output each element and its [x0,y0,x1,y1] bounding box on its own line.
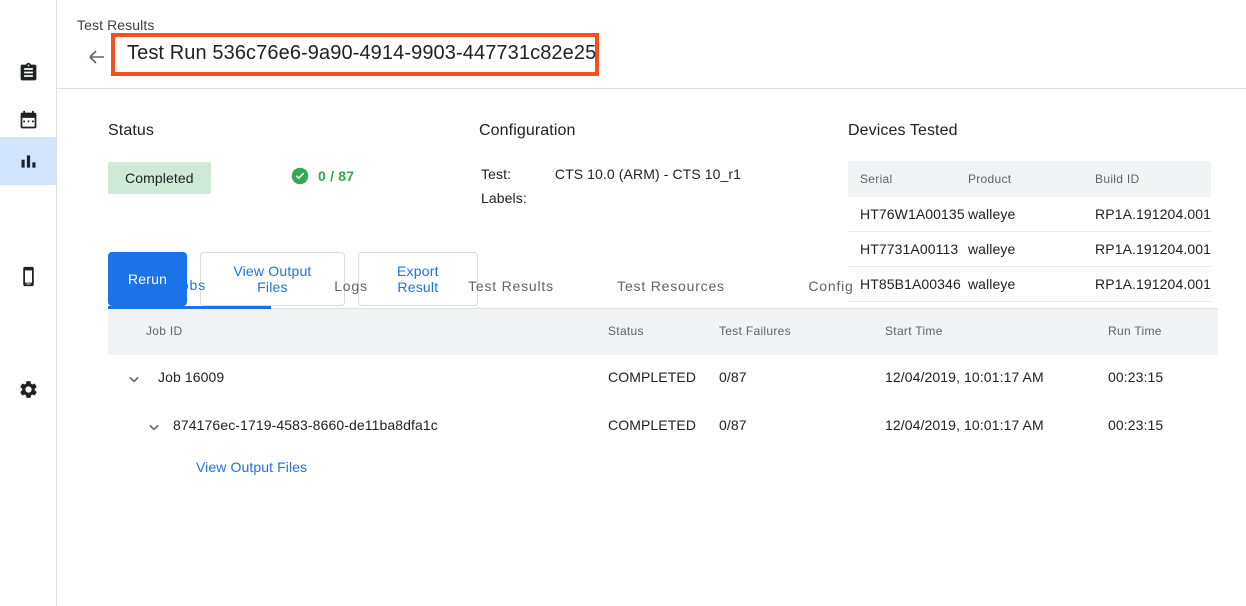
tab-config[interactable]: Config [751,263,911,309]
sidebar [0,0,57,606]
main-content: Test Results Test Run 536c76e6-9a90-4914… [57,0,1246,606]
sidebar-item-devices[interactable] [0,252,56,300]
device-icon [18,266,39,287]
tab-bar: Jobs Logs Test Results Test Resources Co… [108,263,1218,309]
devices-header-row: Serial Product Build ID [848,161,1211,197]
job-status: COMPLETED [608,369,696,385]
job-start-time: 12/04/2019, 10:01:17 AM [885,369,1044,385]
back-button[interactable] [85,45,109,69]
calendar-icon [18,110,39,131]
config-value-test: CTS 10.0 (ARM) - CTS 10_r1 [555,166,741,188]
tab-test-resources[interactable]: Test Resources [591,263,751,309]
jobs-col-status: Status [608,324,644,338]
page-title-highlight: Test Run 536c76e6-9a90-4914-9903-447731c… [111,33,599,76]
device-product: walleye [968,197,1095,232]
attempt-run-time: 00:23:15 [1108,417,1163,433]
jobs-col-test-failures: Test Failures [719,324,791,338]
page-header: Test Results Test Run 536c76e6-9a90-4914… [57,0,1246,89]
device-serial: HT7731A00113 [848,232,968,267]
page-title: Test Run 536c76e6-9a90-4914-9903-447731c… [127,42,583,65]
config-key-labels: Labels: [481,190,553,212]
device-serial: HT76W1A00135 [848,197,968,232]
job-run-time: 00:23:15 [1108,369,1163,385]
job-id: Job 16009 [158,369,224,385]
sidebar-item-test-results[interactable] [0,137,56,185]
devices-heading: Devices Tested [848,122,1218,140]
jobs-header-row: Job ID Status Test Failures Start Time R… [108,309,1218,355]
configuration-heading: Configuration [479,122,849,140]
configuration-panel: Configuration Test: CTS 10.0 (ARM) - CTS… [479,122,849,214]
configuration-row: Labels: [481,190,741,212]
bar-chart-icon [18,151,39,172]
devices-col-product: Product [968,161,1095,197]
sidebar-item-test-suites[interactable] [0,48,56,96]
jobs-col-job-id: Job ID [146,324,182,338]
view-output-files-link[interactable]: View Output Files [196,459,307,475]
tab-test-results[interactable]: Test Results [431,263,591,309]
check-circle-icon [291,167,309,185]
status-heading: Status [108,122,478,140]
job-test-failures: 0/87 [719,369,747,385]
test-counts: 0 / 87 [291,167,354,185]
chevron-down-icon[interactable] [124,369,144,389]
status-badge: Completed [108,162,211,194]
attempt-id: 874176ec-1719-4583-8660-de11ba8dfa1c [173,417,438,433]
configuration-table: Test: CTS 10.0 (ARM) - CTS 10_r1 Labels: [479,164,743,214]
attempt-status: COMPLETED [608,417,696,433]
chevron-down-icon[interactable] [144,417,164,437]
breadcrumb: Test Results [77,17,154,33]
app-root: Test Results Test Run 536c76e6-9a90-4914… [0,0,1246,606]
table-row[interactable]: Job 16009 COMPLETED 0/87 12/04/2019, 10:… [108,355,1218,403]
device-build-id: RP1A.191204.001 [1095,232,1211,267]
configuration-row: Test: CTS 10.0 (ARM) - CTS 10_r1 [481,166,741,188]
tab-jobs[interactable]: Jobs [108,263,271,309]
clipboard-icon [18,62,39,83]
attempt-start-time: 12/04/2019, 10:01:17 AM [885,417,1044,433]
attempt-test-failures: 0/87 [719,417,747,433]
jobs-col-start-time: Start Time [885,324,943,338]
config-value-labels [555,190,741,212]
gear-icon [18,379,39,400]
jobs-col-run-time: Run Time [1108,324,1162,338]
attempt-actions: View Output Files [108,451,1218,495]
tab-logs[interactable]: Logs [271,263,431,309]
sidebar-item-settings[interactable] [0,365,56,413]
table-row: HT7731A00113 walleye RP1A.191204.001 [848,232,1211,267]
status-row: Completed 0 / 87 [108,162,478,196]
jobs-table: Job ID Status Test Failures Start Time R… [108,309,1218,495]
test-count-value: 0 / 87 [318,168,354,184]
table-row[interactable]: 874176ec-1719-4583-8660-de11ba8dfa1c COM… [108,403,1218,451]
config-key-test: Test: [481,166,553,188]
devices-col-build-id: Build ID [1095,161,1211,197]
status-panel: Status Completed 0 / 87 Rerun [108,122,478,196]
device-build-id: RP1A.191204.001 [1095,197,1211,232]
device-product: walleye [968,232,1095,267]
table-row: HT76W1A00135 walleye RP1A.191204.001 [848,197,1211,232]
devices-col-serial: Serial [848,161,968,197]
